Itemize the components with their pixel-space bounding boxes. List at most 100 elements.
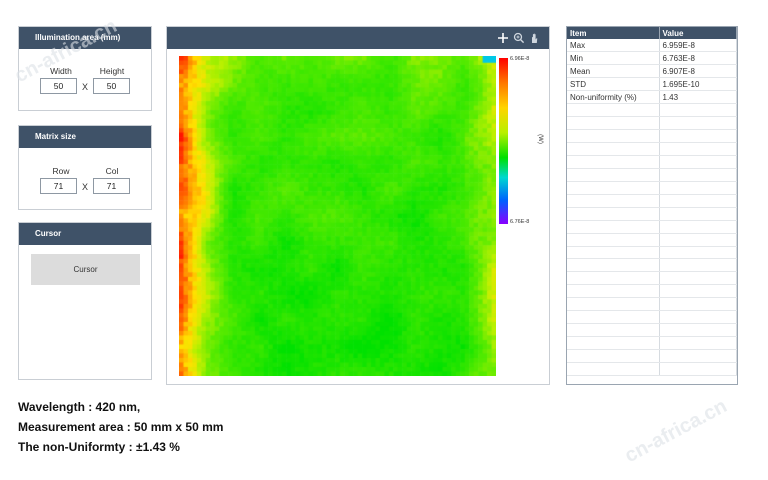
table-cell-empty: [567, 310, 660, 325]
table-cell-empty: [659, 103, 737, 118]
table-cell-empty: [567, 284, 660, 299]
table-cell-empty: [567, 220, 660, 234]
table-cell-empty: [567, 271, 660, 286]
table-row: Max 6.959E-8: [567, 39, 737, 53]
table-row-empty: [567, 116, 737, 131]
table-cell-empty: [659, 129, 737, 143]
table-cell-empty: [659, 310, 737, 325]
table-cell-value: 1.43: [659, 90, 737, 105]
nonuniformity-text: The non-Uniformty : ±1.43 %: [18, 440, 180, 454]
height-label: Height: [99, 66, 125, 76]
table-row-empty: [567, 129, 737, 143]
table-cell-value: 6.763E-8: [659, 51, 737, 66]
table-row-empty: [567, 362, 737, 376]
matrix-title: Matrix size: [19, 126, 151, 148]
table-cell-value: 6.907E-8: [659, 64, 737, 79]
table-row-empty: [567, 323, 737, 338]
table-cell-empty: [659, 246, 737, 260]
table-cell-empty: [659, 220, 737, 234]
table-cell-empty: [567, 207, 660, 221]
table-cell-empty: [567, 103, 660, 118]
table-cell-item: Min: [567, 51, 660, 66]
width-input[interactable]: 50: [40, 78, 77, 94]
table-cell-empty: [567, 155, 660, 169]
table-cell-empty: [659, 362, 737, 376]
table-row: Mean 6.907E-8: [567, 64, 737, 79]
table-row-empty: [567, 284, 737, 299]
cursor-title: Cursor: [19, 223, 151, 245]
dimension-x-symbol: X: [82, 82, 89, 92]
table-row-empty: [567, 297, 737, 312]
table-row: Min 6.763E-8: [567, 51, 737, 66]
table-cell-empty: [567, 194, 660, 208]
table-cell-empty: [659, 297, 737, 312]
table-row-empty: [567, 310, 737, 325]
table-cell-empty: [659, 336, 737, 350]
table-row-empty: [567, 142, 737, 156]
table-row-empty: [567, 181, 737, 195]
table-cell-empty: [659, 207, 737, 221]
table-cell-empty: [659, 194, 737, 208]
table-cell-empty: [659, 168, 737, 182]
table-row-empty: [567, 271, 737, 286]
table-row-empty: [567, 207, 737, 221]
column-header-value: Value: [659, 27, 737, 39]
table-cell-item: Max: [567, 39, 660, 53]
table-cell-empty: [567, 323, 660, 338]
table-cell-empty: [659, 155, 737, 169]
watermark-bottom-right: cn-africa.cn: [621, 394, 731, 468]
heatmap-toolbar: [167, 27, 549, 49]
colorbar-min-label: 6.76E-8: [510, 219, 530, 225]
zoom-icon[interactable]: [512, 31, 526, 45]
table-header-row: Item Value: [567, 27, 737, 39]
table-cell-empty: [567, 129, 660, 143]
crosshair-icon[interactable]: [496, 31, 510, 45]
statistics-table: Item Value Max 6.959E-8 Min 6.763E-8 Mean 6.9…: [566, 26, 738, 385]
table-cell-empty: [567, 258, 660, 273]
colorbar-max-label: 6.96E-8: [510, 56, 530, 62]
table-cell-empty: [659, 258, 737, 273]
height-input[interactable]: 50: [93, 78, 130, 94]
table-row: STD 1.695E-10: [567, 77, 737, 92]
table-row-empty: [567, 258, 737, 273]
colorbar-unit: (W): [536, 134, 543, 144]
matrix-x-symbol: X: [82, 182, 89, 192]
table-row-empty: [567, 220, 737, 234]
table-cell-empty: [567, 246, 660, 260]
table-cell-empty: [659, 233, 737, 247]
table-cell-empty: [567, 233, 660, 247]
matrix-panel: Matrix size Row Col 71 X 71: [18, 125, 152, 210]
table-cell-empty: [567, 362, 660, 376]
cursor-button[interactable]: Cursor: [31, 254, 140, 285]
table-cell-empty: [659, 142, 737, 156]
col-label: Col: [105, 166, 119, 176]
measurement-area-text: Measurement area : 50 mm x 50 mm: [18, 420, 224, 434]
table-row-empty: [567, 349, 737, 363]
table-cell-value: 6.959E-8: [659, 39, 737, 53]
heatmap-canvas[interactable]: [179, 56, 496, 376]
statistics-table-body: Max 6.959E-8 Min 6.763E-8 Mean 6.907E-8 STD 1.6…: [567, 39, 737, 376]
table-cell-empty: [567, 336, 660, 350]
wavelength-text: Wavelength : 420 nm,: [18, 400, 141, 414]
table-cell-empty: [659, 116, 737, 131]
table-row-empty: [567, 336, 737, 350]
pan-hand-icon[interactable]: [528, 31, 542, 45]
col-input[interactable]: 71: [93, 178, 130, 194]
table-cell-empty: [567, 116, 660, 131]
table-row-empty: [567, 168, 737, 182]
column-header-item: Item: [567, 27, 660, 39]
table-cell-empty: [659, 284, 737, 299]
table-cell-item: STD: [567, 77, 660, 92]
table-cell-empty: [659, 181, 737, 195]
table-cell-item: Mean: [567, 64, 660, 79]
table-cell-empty: [659, 349, 737, 363]
table-row: Non-uniformity (%) 1.43: [567, 90, 737, 105]
cursor-panel: Cursor Cursor: [18, 222, 152, 380]
table-row-empty: [567, 246, 737, 260]
table-row-empty: [567, 233, 737, 247]
table-row-empty: [567, 155, 737, 169]
table-cell-item: Non-uniformity (%): [567, 90, 660, 105]
row-input[interactable]: 71: [40, 178, 77, 194]
table-cell-empty: [567, 181, 660, 195]
table-cell-empty: [567, 168, 660, 182]
